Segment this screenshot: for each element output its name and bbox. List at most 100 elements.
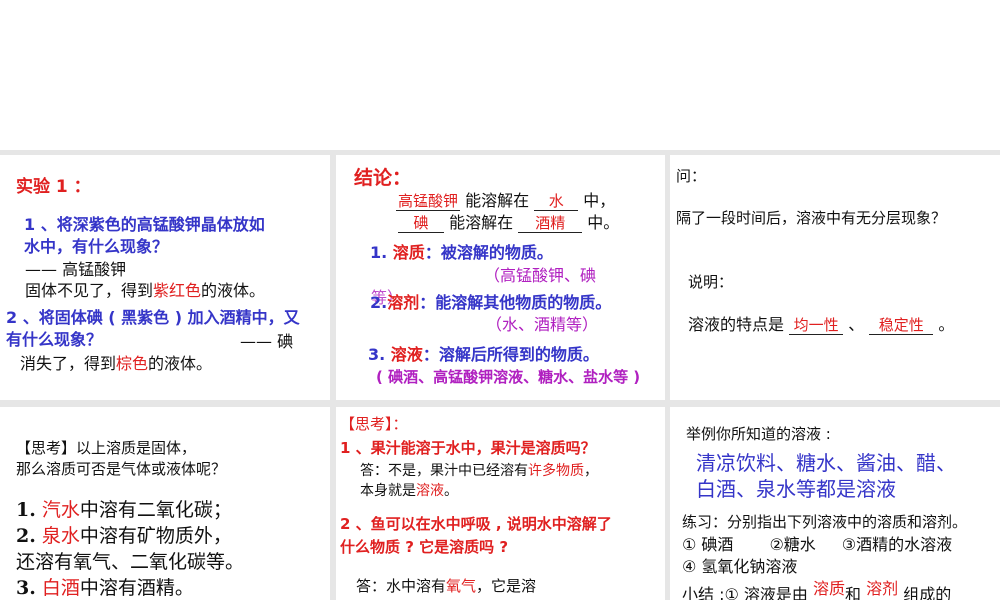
text: 1.	[370, 243, 388, 262]
question-2-line-1: 2 、将固体碘 ( 黑紫色 ) 加入酒精中，又	[6, 308, 300, 327]
definition-solvent: 2.溶剂：能溶解其他物质的物质。	[370, 293, 611, 312]
definition-solute: 1. 溶质：被溶解的物质。	[370, 243, 553, 262]
text: 溶液的特点是	[688, 315, 785, 334]
answer-1-line-2: 固体不见了，得到紫红色的液体。	[25, 281, 265, 300]
text: 中，	[583, 191, 616, 210]
conclusion-line-2: 碘 能溶解在 酒精 中。	[398, 213, 619, 233]
question-1-line-2: 水中，有什么现象？	[24, 237, 169, 256]
text: 中溶有二氧化碳；	[79, 499, 232, 521]
slide-experiment-1[interactable]: 实验 1 ： 1 、将深紫色的高锰酸钾晶体放如 水中，有什么现象？ —— 高锰酸…	[0, 155, 330, 400]
blank-answer: 稳定性	[869, 316, 934, 335]
term: 溶剂	[387, 293, 420, 312]
text: 本身就是	[360, 483, 416, 499]
highlight: 氧气	[446, 577, 477, 595]
text: 固体不见了，得到	[25, 281, 154, 300]
slide-question[interactable]: 问： 隔了一段时间后，溶液中有无分层现象？ 说明： 溶液的特点是 均一性 、 稳…	[670, 155, 1000, 400]
answer-2: 答：水中溶有氧气，它是溶	[356, 577, 536, 595]
summary-line: 小结 :① 溶液是由 溶质和 溶剂 组成的	[682, 579, 952, 600]
text: 。	[938, 315, 955, 334]
examples-line-1: 清凉饮料、糖水、酱油、醋、	[696, 451, 956, 475]
blank-answer: 水	[534, 192, 579, 211]
highlight: 泉水	[41, 525, 80, 547]
text: ：被溶解的物质。	[424, 243, 553, 262]
blank-answer: 酒精	[518, 214, 583, 233]
blank-answer: 高锰酸钾	[396, 192, 460, 211]
text: ，	[584, 463, 598, 479]
slide-conclusion[interactable]: 结论： 高锰酸钾 能溶解在 水 中， 碘 能溶解在 酒精 中。 1. 溶质：被溶…	[336, 155, 665, 400]
definition-solution: 3. 溶液：溶解后所得到的物质。	[368, 345, 599, 364]
ask-label: 问：	[676, 167, 707, 185]
text: 组成的	[903, 585, 952, 600]
text: 和	[845, 585, 862, 600]
solute-examples: （高锰酸钾、碘	[484, 266, 597, 285]
answer-1-line-1: —— 高锰酸钾	[25, 260, 127, 279]
text: ，它是溶	[476, 577, 537, 595]
example-2-line-2: 还溶有氧气、二氧化碳等。	[16, 551, 245, 573]
blank-answer: 均一性	[789, 316, 844, 335]
slide-think-juice[interactable]: 【思考】： 1 、果汁能溶于水中，果汁是溶质吗？ 答：不是，果汁中已经溶有许多物…	[336, 407, 665, 600]
question-1: 1 、果汁能溶于水中，果汁是溶质吗？	[340, 439, 596, 457]
solvent-examples: （水、酒精等）	[486, 315, 599, 334]
highlight: 溶液	[416, 483, 444, 499]
text: 的液体。	[201, 281, 266, 300]
examples-title: 举例你所知道的溶液 :	[686, 425, 831, 443]
highlight: 许多物质	[528, 463, 584, 479]
text: ：溶解后所得到的物质。	[422, 345, 599, 364]
example-1: 1. 汽水中溶有二氧化碳；	[16, 499, 232, 522]
text: 的液体。	[148, 354, 213, 373]
text: 3.	[16, 577, 36, 599]
text: ① 碘酒	[682, 535, 734, 554]
text: 能溶解在	[449, 213, 514, 232]
question-2-line-2: 什么物质 ? 它是溶质吗 ?	[340, 538, 509, 556]
practice-items-2: ④ 氢氧化钠溶液	[682, 557, 798, 576]
highlight: 汽水	[41, 499, 80, 521]
highlight: 白酒	[41, 577, 80, 599]
conclusion-title: 结论：	[354, 167, 412, 189]
text: 小结 :① 溶液是由	[682, 585, 808, 600]
text: 答：不是，果汁中已经溶有	[360, 463, 528, 479]
text: 1.	[16, 499, 36, 521]
text: 3.	[368, 345, 386, 364]
example-3: 3. 白酒中溶有酒精。	[16, 577, 194, 600]
practice-items-1: ① 碘酒 ②糖水 ③酒精的水溶液	[682, 535, 952, 554]
slide-examples[interactable]: 举例你所知道的溶液 : 清凉饮料、糖水、酱油、醋、 白酒、泉水等都是溶液 练习：…	[670, 407, 1000, 600]
highlight-purple-red: 紫红色	[153, 281, 202, 300]
think-line-1: 【思考】以上溶质是固体，	[16, 439, 197, 457]
question-1-line-1: 1 、将深紫色的高锰酸钾晶体放如	[24, 215, 265, 234]
text: 消失了，得到	[20, 354, 117, 373]
term: 溶液	[390, 345, 423, 364]
blank-answer: 溶剂	[866, 579, 899, 598]
text: ：能溶解其他物质的物质。	[419, 293, 612, 312]
text: 2.	[370, 293, 388, 312]
question-2-line-2: 有什么现象？	[6, 330, 103, 349]
text: 、	[848, 315, 865, 334]
features-line: 溶液的特点是 均一性 、 稳定性 。	[688, 315, 954, 335]
blank-answer: 溶质	[813, 579, 846, 598]
text: 2.	[16, 525, 36, 547]
think-title: 【思考】：	[340, 415, 408, 433]
highlight-brown: 棕色	[116, 354, 149, 373]
answer-2-dash: —— 碘	[240, 332, 294, 351]
solution-examples: ( 碘酒、高锰酸钾溶液、糖水、盐水等 )	[376, 368, 641, 386]
answer-1-line-1: 答：不是，果汁中已经溶有许多物质，	[360, 463, 598, 480]
slide-think-solute-state[interactable]: 【思考】以上溶质是固体， 那么溶质可否是气体或液体呢？ 1. 汽水中溶有二氧化碳…	[0, 407, 330, 600]
think-line-2: 那么溶质可否是气体或液体呢？	[16, 460, 227, 478]
examples-line-2: 白酒、泉水等都是溶液	[696, 477, 896, 501]
experiment-title: 实验 1 ：	[16, 177, 91, 197]
text: 答：水中溶有	[356, 577, 447, 595]
text: ③酒精的水溶液	[841, 535, 953, 554]
example-2: 2. 泉水中溶有矿物质外，	[16, 525, 232, 548]
practice-text: 练习：分别指出下列溶液中的溶质和溶剂。	[682, 513, 968, 531]
blank-answer: 碘	[398, 214, 444, 233]
answer-2-line: 消失了，得到棕色的液体。	[20, 354, 212, 373]
explain-label: 说明：	[688, 273, 734, 291]
text: 能溶解在	[465, 191, 530, 210]
question-text: 隔了一段时间后，溶液中有无分层现象？	[676, 209, 947, 227]
answer-1-line-2: 本身就是溶液。	[360, 483, 458, 500]
text: 中。	[587, 213, 620, 232]
text: ②糖水	[769, 535, 816, 554]
text: 。	[444, 483, 458, 499]
text: 中溶有矿物质外，	[79, 525, 232, 547]
slide-grid: 实验 1 ： 1 、将深紫色的高锰酸钾晶体放如 水中，有什么现象？ —— 高锰酸…	[0, 150, 1000, 600]
term: 溶质	[392, 243, 425, 262]
